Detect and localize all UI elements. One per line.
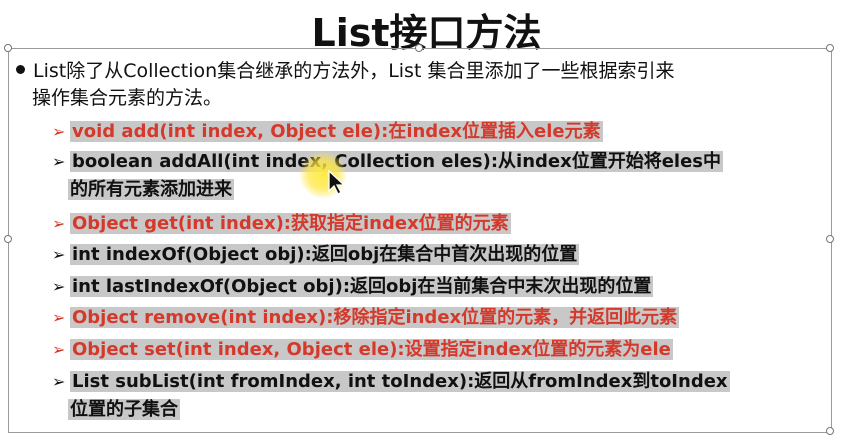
intro-line-1: List除了从Collection集合继承的方法外，List 集合里添加了一些根… — [33, 60, 675, 82]
intro-paragraph: List除了从Collection集合继承的方法外，List 集合里添加了一些根… — [16, 58, 816, 112]
arrow-bullet-icon: ➢ — [52, 152, 66, 171]
arrow-bullet-icon: ➢ — [52, 214, 66, 233]
list-item-text: Object get(int index):获取指定index位置的元素 — [70, 213, 511, 234]
resize-handle-top-right[interactable] — [826, 44, 834, 52]
list-item-text: Object set(int index, Object ele):设置指定in… — [70, 339, 673, 360]
list-item-text: List subList(int fromIndex, int toIndex)… — [70, 371, 730, 392]
list-item-continuation: 位置的子集合 — [68, 399, 180, 420]
list-item-get: ➢ Object get(int index):获取指定index位置的元素 — [52, 210, 822, 238]
resize-handle-top-left[interactable] — [4, 44, 12, 52]
arrow-bullet-icon: ➢ — [52, 277, 66, 296]
list-item-addall: ➢ boolean addAll(int index, Collection el… — [52, 148, 822, 204]
arrow-bullet-icon: ➢ — [52, 308, 66, 327]
list-item-indexof: ➢ int indexOf(Object obj):返回obj在集合中首次出现的位… — [52, 241, 822, 269]
list-item-set: ➢ Object set(int index, Object ele):设置指定i… — [52, 336, 822, 364]
list-item-continuation: 的所有元素添加进来 — [68, 179, 234, 200]
intro-line-2: 操作集合元素的方法。 — [32, 87, 223, 109]
resize-handle-mid-right[interactable] — [826, 235, 834, 243]
resize-handle-bottom-right[interactable] — [826, 427, 834, 435]
list-item-text: Object remove(int index):移除指定index位置的元素，… — [70, 307, 680, 328]
arrow-bullet-icon: ➢ — [52, 245, 66, 264]
list-item-text: boolean addAll(int index, Collection ele… — [70, 151, 724, 172]
list-item-sublist: ➢ List subList(int fromIndex, int toIndex… — [52, 368, 822, 424]
resize-handle-mid-left[interactable] — [4, 235, 12, 243]
arrow-bullet-icon: ➢ — [52, 340, 66, 359]
list-item-remove: ➢ Object remove(int index):移除指定index位置的元素… — [52, 304, 822, 332]
list-item-add: ➢ void add(int index, Object ele):在index位… — [52, 118, 822, 146]
arrow-bullet-icon: ➢ — [52, 372, 66, 391]
bullet-icon — [16, 65, 25, 74]
list-item-text: void add(int index, Object ele):在index位置… — [70, 121, 603, 142]
arrow-bullet-icon: ➢ — [52, 122, 66, 141]
mouse-pointer-icon — [328, 170, 346, 195]
resize-handle-top-mid[interactable] — [415, 44, 423, 52]
list-item-text: int lastIndexOf(Object obj):返回obj在当前集合中末… — [70, 276, 654, 297]
list-item-text: int indexOf(Object obj):返回obj在集合中首次出现的位置 — [70, 244, 580, 265]
list-item-lastindexof: ➢ int lastIndexOf(Object obj):返回obj在当前集合中… — [52, 273, 822, 301]
